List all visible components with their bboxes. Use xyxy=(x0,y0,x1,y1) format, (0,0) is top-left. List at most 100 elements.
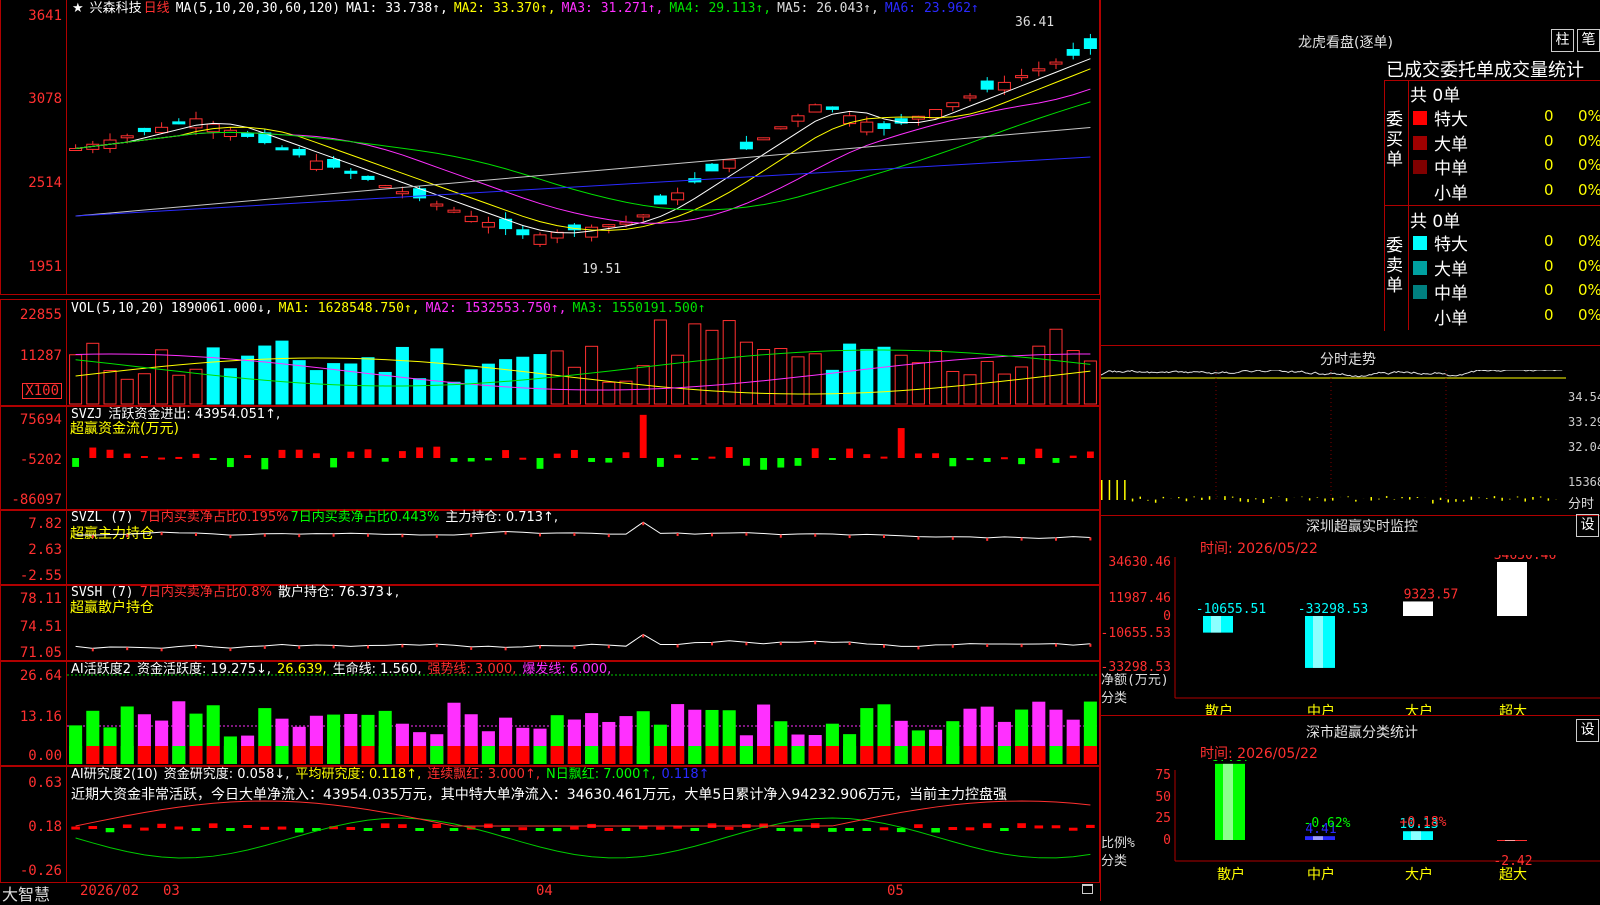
activity-base xyxy=(568,746,581,764)
ai1-chart[interactable] xyxy=(67,661,1099,766)
candle-body xyxy=(328,159,340,167)
bar-mode-button[interactable]: 柱 xyxy=(1551,29,1574,52)
y-tick-label: 75 xyxy=(1155,768,1171,783)
fenshi-volume-bar xyxy=(1155,500,1157,503)
research-bar xyxy=(1086,825,1095,828)
order-type-label: 小单 xyxy=(1434,179,1468,204)
fenshi-volume-bar xyxy=(1309,498,1311,500)
activity-base xyxy=(551,746,564,764)
research-bar xyxy=(931,828,940,832)
volume-bar xyxy=(1067,351,1079,404)
flow-bar xyxy=(1053,458,1060,463)
fenshi-volume-bar xyxy=(1517,496,1519,497)
sz-class-chart[interactable]: 7550250比例%分类散户87.87中户4.41大户10.13超大-2.42-… xyxy=(1101,760,1600,900)
price-tick: 2514 xyxy=(28,176,62,190)
fenshi-tick: 34.54 xyxy=(1568,390,1600,404)
flow-bar xyxy=(1018,458,1025,464)
activity-base xyxy=(533,746,546,764)
research-bar xyxy=(914,824,923,828)
position-tick xyxy=(952,537,954,540)
activity-base xyxy=(189,746,202,764)
kline-chart[interactable] xyxy=(67,16,1099,294)
vol-chart[interactable] xyxy=(67,316,1099,405)
flow-bar xyxy=(279,450,286,458)
flow-bar xyxy=(709,457,716,459)
ma3-value: MA3: 31.271↑, xyxy=(562,1,664,16)
research-bar xyxy=(536,828,545,831)
volume-bar xyxy=(173,375,185,404)
fenshi-volume-bar xyxy=(1494,496,1496,498)
candle-body xyxy=(1033,69,1045,71)
position-tick xyxy=(539,645,541,648)
position-tick xyxy=(883,645,885,648)
fenshi-volume-bar xyxy=(1448,499,1450,502)
volume-bar xyxy=(947,371,959,404)
ma2-value: MA2: 33.370↑, xyxy=(454,1,556,16)
order-percent: 0% xyxy=(1578,181,1600,199)
svzl-chart[interactable] xyxy=(67,510,1099,585)
position-tick xyxy=(333,534,335,537)
star-icon[interactable]: ★ xyxy=(72,1,84,16)
sz-monitor-settings-button[interactable]: 设 xyxy=(1576,514,1599,537)
flow-bar xyxy=(261,458,268,469)
position-tick xyxy=(849,535,851,538)
category-label: 大户 xyxy=(1405,866,1433,883)
brand-label: 大智慧 xyxy=(2,881,50,905)
fenshi-volume-bar xyxy=(1355,500,1357,502)
buy-label: 委买单 xyxy=(1386,110,1406,170)
position-tick xyxy=(780,642,782,645)
svsh-chart[interactable] xyxy=(67,585,1099,661)
volume-bar xyxy=(345,364,357,404)
flow-bar xyxy=(588,458,595,462)
fenshi-volume-bar xyxy=(1548,498,1550,500)
volume-bar xyxy=(758,350,770,404)
position-tick xyxy=(298,534,300,537)
position-tick xyxy=(505,531,507,534)
fenshi-volume-bar xyxy=(1417,497,1419,498)
ai2-chart[interactable] xyxy=(67,766,1099,883)
flow-bar xyxy=(210,458,217,460)
fenshi-volume-bar xyxy=(1378,499,1380,500)
ai1-tick: 0.00 xyxy=(28,749,62,763)
research-bar xyxy=(501,828,510,831)
flow-bar xyxy=(1035,449,1042,458)
position-tick xyxy=(436,644,438,647)
flow-bar xyxy=(605,458,612,463)
candle-body xyxy=(70,149,82,151)
volume-bar xyxy=(792,357,804,404)
period-label[interactable]: 日线 xyxy=(144,1,170,16)
activity-base xyxy=(224,746,237,764)
y-tick-label: 0 xyxy=(1163,833,1171,848)
volume-bar xyxy=(895,355,907,404)
position-tick xyxy=(195,645,197,648)
research-bar xyxy=(1035,825,1044,828)
candle-body xyxy=(276,148,288,150)
volume-bar xyxy=(568,367,580,404)
order-type-label: 大单 xyxy=(1434,130,1468,155)
retail-position-line xyxy=(76,634,1091,648)
activity-base xyxy=(860,746,873,764)
position-tick xyxy=(367,645,369,648)
volume-bar xyxy=(844,344,856,404)
ai1-tick: 13.16 xyxy=(20,710,62,724)
tick-mode-button[interactable]: 笔 xyxy=(1577,29,1600,52)
fenshi-chart[interactable] xyxy=(1101,370,1566,510)
candle-body xyxy=(465,216,477,221)
position-tick xyxy=(711,533,713,536)
candle-body xyxy=(672,193,684,200)
research-bar xyxy=(278,827,287,830)
sz-class-settings-button[interactable]: 设 xyxy=(1576,719,1599,742)
fenshi-volume-bar xyxy=(1240,498,1242,501)
ai1-tick: 26.64 xyxy=(20,669,62,683)
position-tick xyxy=(745,642,747,645)
sz-monitor-chart[interactable]: 34630.4611987.460-10655.53-33298.53净额(万元… xyxy=(1101,555,1600,715)
lock-icon[interactable] xyxy=(1082,884,1093,894)
y-tick-label: 0 xyxy=(1163,609,1171,624)
stock-name[interactable]: 兴森科技 xyxy=(90,1,142,16)
activity-base xyxy=(1049,746,1062,764)
research-bar xyxy=(347,827,356,830)
activity-base xyxy=(843,746,856,764)
vol-unit: X100 xyxy=(22,383,62,399)
candle-body xyxy=(1050,62,1062,64)
svzj-chart[interactable] xyxy=(67,406,1099,510)
